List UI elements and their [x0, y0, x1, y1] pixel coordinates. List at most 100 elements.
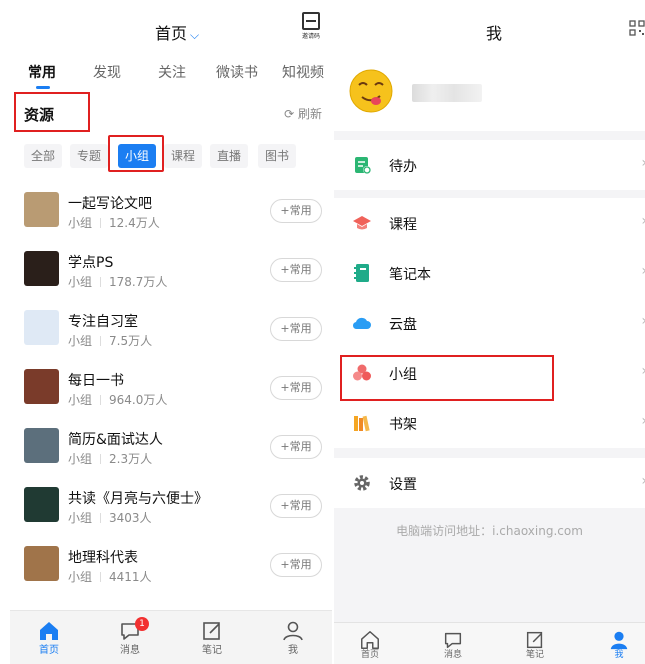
- divider: [100, 395, 102, 405]
- chevron-right-icon: ›: [641, 413, 645, 429]
- filter-course[interactable]: 课程: [164, 144, 203, 168]
- filter-live[interactable]: 直播: [210, 144, 249, 168]
- menu-item-course[interactable]: 课程 ›: [334, 198, 645, 248]
- avatar[interactable]: [348, 68, 394, 114]
- group-meta: 小组 3403人: [68, 509, 152, 526]
- group-thumbnail: [24, 428, 59, 463]
- group-type: 小组: [68, 393, 93, 407]
- nav-notes[interactable]: 笔记: [187, 611, 237, 656]
- chevron-right-icon: ›: [641, 363, 645, 379]
- menu-item-settings[interactable]: 设置 ›: [334, 458, 645, 508]
- add-to-common-button[interactable]: +常用: [270, 199, 322, 223]
- notebook-icon: [354, 264, 369, 282]
- todo-icon: [355, 157, 371, 174]
- nav-notes[interactable]: 笔记: [510, 623, 560, 660]
- group-thumbnail: [24, 310, 59, 345]
- group-type: 小组: [68, 452, 93, 466]
- menu-label-cloud: 云盘: [389, 317, 417, 333]
- divider: [100, 218, 102, 228]
- add-to-common-button[interactable]: +常用: [270, 553, 322, 577]
- group-type: 小组: [68, 275, 93, 289]
- section-title: 资源: [24, 106, 55, 124]
- list-item[interactable]: 共读《月亮与六便士》 小组 3403人 +常用: [10, 477, 332, 536]
- group-member-count: 2.3万人: [109, 452, 153, 466]
- tab-discover[interactable]: 发现: [93, 62, 121, 82]
- person-icon: [594, 623, 644, 650]
- list-item[interactable]: 学点PS 小组 178.7万人 +常用: [10, 241, 332, 300]
- group-name: 一起写论文吧: [68, 196, 152, 212]
- list-item[interactable]: 一起写论文吧 小组 12.4万人 +常用: [10, 182, 332, 241]
- course-icon: [353, 216, 371, 230]
- group-meta: 小组 964.0万人: [68, 391, 167, 408]
- group-name: 共读《月亮与六便士》: [68, 491, 208, 507]
- group-name: 每日一书: [68, 373, 124, 389]
- menu-item-cloud[interactable]: 云盘 ›: [334, 298, 645, 348]
- divider: [100, 572, 102, 582]
- refresh-button[interactable]: ⟳ 刷新: [284, 105, 322, 122]
- profile-card[interactable]: [334, 56, 645, 131]
- invite-label: 邀请码: [301, 33, 320, 40]
- add-to-common-button[interactable]: +常用: [270, 376, 322, 400]
- nav-messages[interactable]: 1 消息: [105, 611, 155, 656]
- divider: [100, 336, 102, 346]
- group-list: 一起写论文吧 小组 12.4万人 +常用 学点PS 小组 178.7万人 +常用 专注自习室 小组…: [10, 182, 332, 595]
- qr-code-icon[interactable]: [629, 20, 645, 36]
- home-tabs: 常用 发现 关注 微读书 知视频: [10, 62, 332, 92]
- tab-common[interactable]: 常用: [28, 62, 56, 89]
- chevron-down-icon: ⌵: [190, 28, 200, 42]
- nav-me[interactable]: 我: [594, 623, 644, 660]
- group-meta: 小组 178.7万人: [68, 273, 167, 290]
- add-to-common-button[interactable]: +常用: [270, 494, 322, 518]
- nav-me-label: 我: [288, 645, 298, 656]
- home-title-dropdown[interactable]: 首页 ⌵: [155, 20, 199, 44]
- list-item[interactable]: 专注自习室小组 7.5万人 +常用: [10, 300, 332, 359]
- group-thumbnail: [24, 251, 59, 286]
- group-member-count: 7.5万人: [109, 334, 153, 348]
- list-item[interactable]: 每日一书小组 964.0万人 +常用: [10, 359, 332, 418]
- nav-home[interactable]: 首页: [24, 611, 74, 656]
- group-meta: 小组 7.5万人: [68, 332, 152, 349]
- message-badge: 1: [135, 617, 149, 631]
- tab-video[interactable]: 知视频: [282, 62, 324, 82]
- group-thumbnail: [24, 487, 59, 522]
- filter-book[interactable]: 图书: [258, 144, 297, 168]
- tab-follow[interactable]: 关注: [158, 62, 186, 82]
- tab-microbook[interactable]: 微读书: [216, 62, 258, 82]
- group-member-count: 3403人: [109, 511, 152, 525]
- note-icon: [187, 611, 237, 643]
- group-name: 专注自习室: [68, 314, 138, 330]
- section-title-highlight: 资源: [14, 92, 90, 132]
- group-thumbnail: [24, 192, 59, 227]
- invite-code-button[interactable]: 邀请码: [298, 12, 324, 40]
- gear-icon: [354, 475, 370, 491]
- add-to-common-button[interactable]: +常用: [270, 258, 322, 282]
- menu-item-notebook[interactable]: 笔记本 ›: [334, 248, 645, 298]
- resource-filters: 全部 专题 小组 课程 直播 图书: [10, 140, 332, 174]
- add-to-common-button[interactable]: +常用: [270, 317, 322, 341]
- nav-messages[interactable]: 消息: [428, 623, 478, 660]
- divider: [100, 454, 102, 464]
- group-name: 学点PS: [68, 255, 114, 271]
- bottom-nav: 首页 消息 笔记 我: [334, 622, 645, 664]
- menu-label-settings: 设置: [389, 477, 417, 493]
- filter-all[interactable]: 全部: [24, 144, 63, 168]
- menu-item-bookshelf[interactable]: 书架 ›: [334, 398, 645, 448]
- divider: [100, 513, 102, 523]
- filter-topic[interactable]: 专题: [70, 144, 109, 168]
- group-type: 小组: [68, 334, 93, 348]
- web-address-text: 电脑端访问地址：i.chaoxing.com: [396, 524, 583, 538]
- home-screen: 首页 ⌵ 邀请码 常用 发现 关注 微读书 知视频 资源 ⟳ 刷新 全部 专题 小…: [10, 0, 332, 664]
- menu-item-todo[interactable]: 待办 ›: [334, 140, 645, 190]
- add-to-common-button[interactable]: +常用: [270, 435, 322, 459]
- list-item[interactable]: 简历&面试达人 小组 2.3万人 +常用: [10, 418, 332, 477]
- list-item[interactable]: 地理科代表小组 4411人 +常用: [10, 536, 332, 595]
- nav-home[interactable]: 首页: [345, 623, 395, 660]
- chevron-right-icon: ›: [641, 473, 645, 489]
- person-icon: [268, 611, 318, 643]
- chat-icon: [428, 623, 478, 649]
- group-type: 小组: [68, 570, 93, 584]
- nav-me[interactable]: 我: [268, 611, 318, 656]
- group-name: 地理科代表: [68, 550, 138, 566]
- bookshelf-icon: [354, 415, 370, 432]
- group-member-count: 4411人: [109, 570, 152, 584]
